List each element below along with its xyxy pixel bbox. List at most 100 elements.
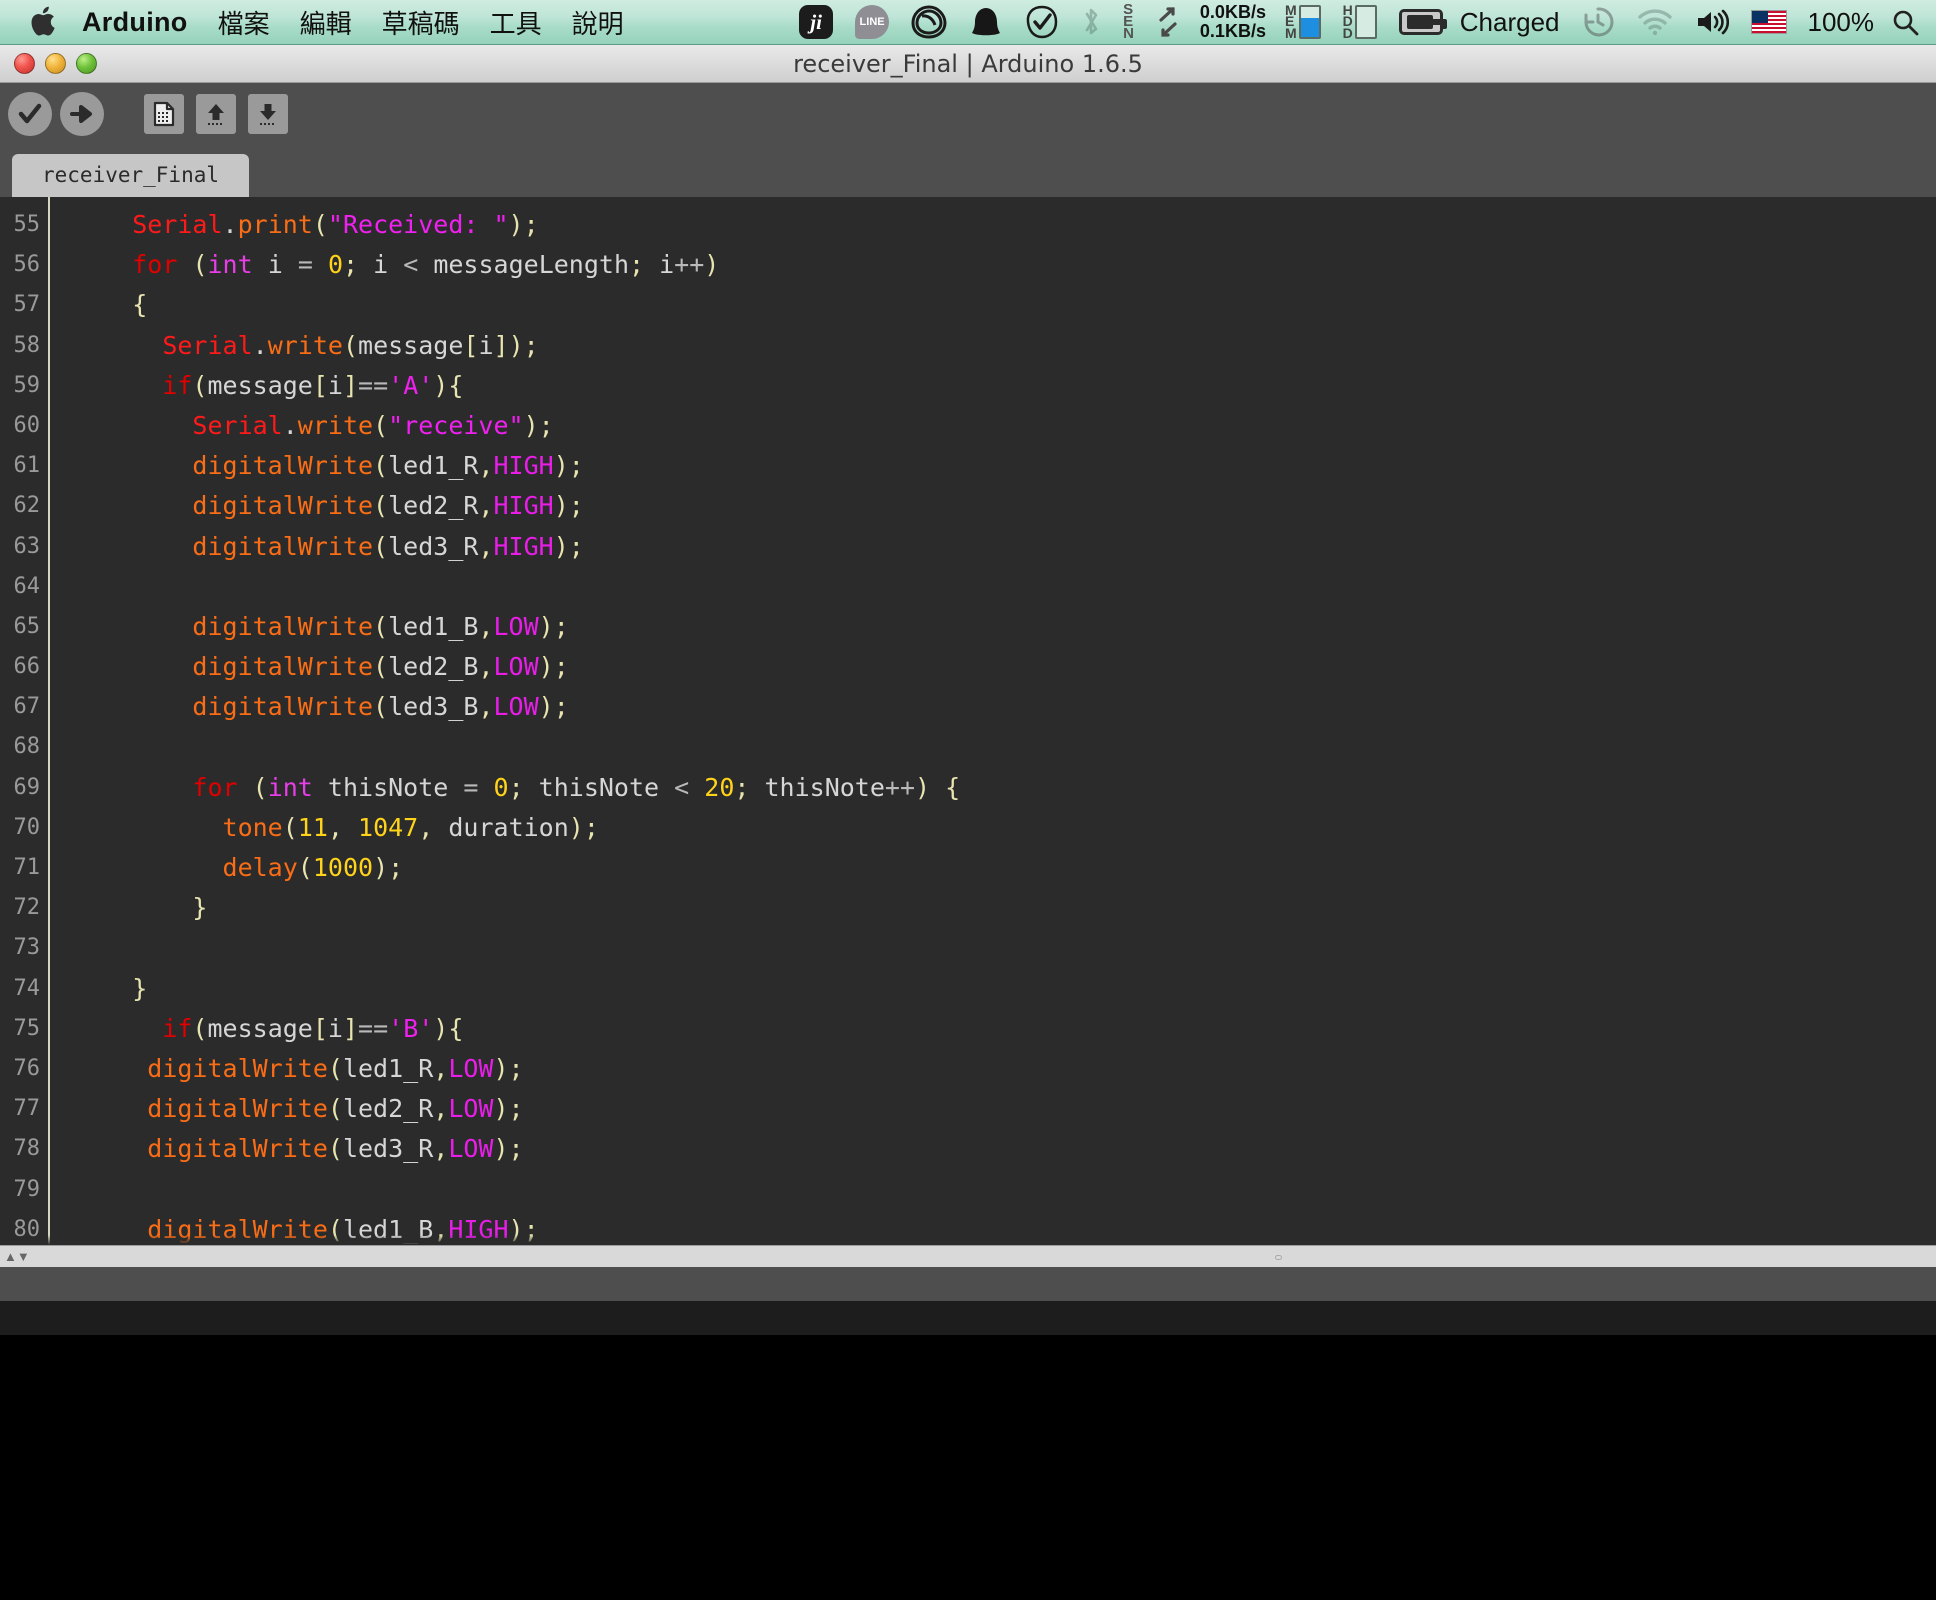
- us-flag-icon[interactable]: [1750, 10, 1787, 34]
- apple-menu-icon[interactable]: [30, 6, 56, 38]
- line-number: 77: [13, 1096, 41, 1122]
- sensor-monitor-icon[interactable]: S E N: [1123, 2, 1134, 41]
- code-editor[interactable]: 55 56 57 58 59 60 61 62 63 64 65 66 67 68 69 70 71 72 73 74…: [0, 197, 1936, 1245]
- tab-receiver-final[interactable]: receiver_Final: [12, 154, 250, 197]
- checkmark-cloud-icon[interactable]: [1025, 5, 1059, 39]
- horizontal-scrollbar[interactable]: ▲▼: [0, 1245, 1936, 1267]
- scrollbar-arrows[interactable]: ▲▼: [0, 1249, 30, 1264]
- network-speed-readout: 0.0KB/s 0.1KB/s: [1200, 3, 1266, 41]
- code-line[interactable]: if(message[i]=='A'){: [72, 366, 1936, 406]
- code-token: ,: [478, 451, 494, 481]
- menu-tools[interactable]: 工具: [490, 4, 542, 41]
- code-token: message: [358, 330, 464, 360]
- line-number: 75: [13, 1015, 41, 1041]
- snapz-icon[interactable]: [969, 6, 1003, 38]
- code-token: duration: [433, 812, 569, 842]
- line-number: 58: [13, 332, 41, 358]
- flag-canton: [1751, 11, 1768, 23]
- code-line[interactable]: for (int thisNote = 0; thisNote < 20; th…: [72, 768, 1936, 808]
- code-token: led3_R: [342, 1134, 434, 1164]
- code-content[interactable]: Serial.print("Received: "); for (int i =…: [50, 197, 1936, 1245]
- code-token: ): [373, 853, 389, 882]
- volume-icon[interactable]: [1695, 8, 1729, 36]
- code-line[interactable]: [72, 1170, 1936, 1210]
- code-line[interactable]: Serial.write(message[i]);: [72, 326, 1936, 366]
- menu-sketch[interactable]: 草稿碼: [382, 4, 460, 41]
- line-number-gutter: 55 56 57 58 59 60 61 62 63 64 65 66 67 68 69 70 71 72 73 74…: [0, 197, 50, 1245]
- code-token: ): [493, 1134, 509, 1164]
- code-line[interactable]: digitalWrite(led2_R,LOW);: [72, 1089, 1936, 1129]
- code-token: digitalWrite: [192, 451, 374, 481]
- code-line[interactable]: [72, 727, 1936, 767]
- new-button[interactable]: [144, 94, 184, 134]
- ji-input-method-icon[interactable]: ji: [799, 5, 834, 39]
- code-line[interactable]: Serial.write("receive");: [72, 406, 1936, 446]
- code-line[interactable]: Serial.print("Received: ");: [72, 205, 1936, 245]
- code-token: Serial: [162, 330, 253, 360]
- code-line[interactable]: digitalWrite(led1_B,LOW);: [72, 607, 1936, 647]
- code-line[interactable]: digitalWrite(led3_R,HIGH);: [72, 527, 1936, 567]
- verify-button[interactable]: [8, 92, 52, 136]
- code-token: ): [493, 1053, 509, 1083]
- code-token: Serial: [132, 210, 223, 239]
- code-token: LOW: [493, 652, 539, 682]
- code-line[interactable]: digitalWrite(led2_B,LOW);: [72, 647, 1936, 687]
- line-number: 57: [13, 292, 41, 318]
- wifi-icon[interactable]: [1637, 8, 1673, 36]
- menubar-status-area: ji LINE S E N 0.0KB/s 0.1KB/s M E M H D …: [788, 2, 1930, 41]
- code-line[interactable]: digitalWrite(led1_R,HIGH);: [72, 446, 1936, 486]
- code-token: ;: [523, 330, 539, 360]
- code-line[interactable]: for (int i = 0; i < messageLength; i++): [72, 245, 1936, 285]
- code-line[interactable]: tone(11, 1047, duration);: [72, 808, 1936, 848]
- code-line[interactable]: }: [72, 969, 1936, 1009]
- menu-app-name[interactable]: Arduino: [82, 7, 188, 38]
- code-line[interactable]: [72, 928, 1936, 968]
- code-line[interactable]: digitalWrite(led3_R,LOW);: [72, 1129, 1936, 1169]
- hdd-meter[interactable]: HDD: [1343, 3, 1377, 40]
- bluetooth-icon[interactable]: [1081, 5, 1101, 39]
- line-number: 73: [13, 935, 41, 961]
- arrow-up-icon: [208, 104, 224, 125]
- window-titlebar[interactable]: receiver_Final | Arduino 1.6.5: [0, 45, 1936, 83]
- code-token: thisNote: [312, 772, 464, 802]
- code-line[interactable]: {: [72, 285, 1936, 325]
- battery-percent-label: 100%: [1807, 6, 1875, 37]
- line-messenger-icon[interactable]: LINE: [855, 5, 890, 39]
- creative-cloud-icon[interactable]: [911, 5, 947, 39]
- code-token: [: [312, 370, 328, 400]
- spotlight-search-icon[interactable]: [1891, 8, 1919, 36]
- menu-file[interactable]: 檔案: [218, 4, 270, 41]
- code-token: <: [403, 250, 419, 280]
- line-messenger-label: LINE: [855, 5, 890, 39]
- code-line[interactable]: delay(1000);: [72, 848, 1936, 888]
- save-button[interactable]: [248, 94, 288, 134]
- menu-help[interactable]: 說明: [572, 4, 624, 41]
- code-token: digitalWrite: [192, 652, 374, 682]
- open-button[interactable]: [196, 94, 236, 134]
- code-line[interactable]: if(message[i]=='B'){: [72, 1009, 1936, 1049]
- code-line[interactable]: digitalWrite(led1_R,LOW);: [72, 1049, 1936, 1089]
- code-line[interactable]: digitalWrite(led3_B,LOW);: [72, 687, 1936, 727]
- code-token: i: [358, 250, 404, 280]
- upload-button[interactable]: [60, 92, 104, 136]
- battery-icon[interactable]: [1398, 9, 1447, 35]
- line-number: 67: [13, 694, 41, 720]
- code-token: ;: [388, 853, 404, 882]
- scrollbar-thumb[interactable]: [1275, 1255, 1282, 1260]
- memory-meter[interactable]: MEM: [1285, 3, 1321, 40]
- code-token: ;: [508, 1134, 524, 1164]
- code-line[interactable]: }: [72, 888, 1936, 928]
- ji-input-method-label: ji: [799, 5, 834, 39]
- time-machine-icon[interactable]: [1581, 5, 1615, 39]
- network-arrows-icon[interactable]: [1155, 5, 1181, 39]
- line-number: 68: [13, 734, 41, 760]
- menu-edit[interactable]: 編輯: [300, 4, 352, 41]
- code-line[interactable]: digitalWrite(led2_R,HIGH);: [72, 486, 1936, 526]
- code-token: ,: [433, 1134, 449, 1164]
- code-line[interactable]: [72, 567, 1936, 607]
